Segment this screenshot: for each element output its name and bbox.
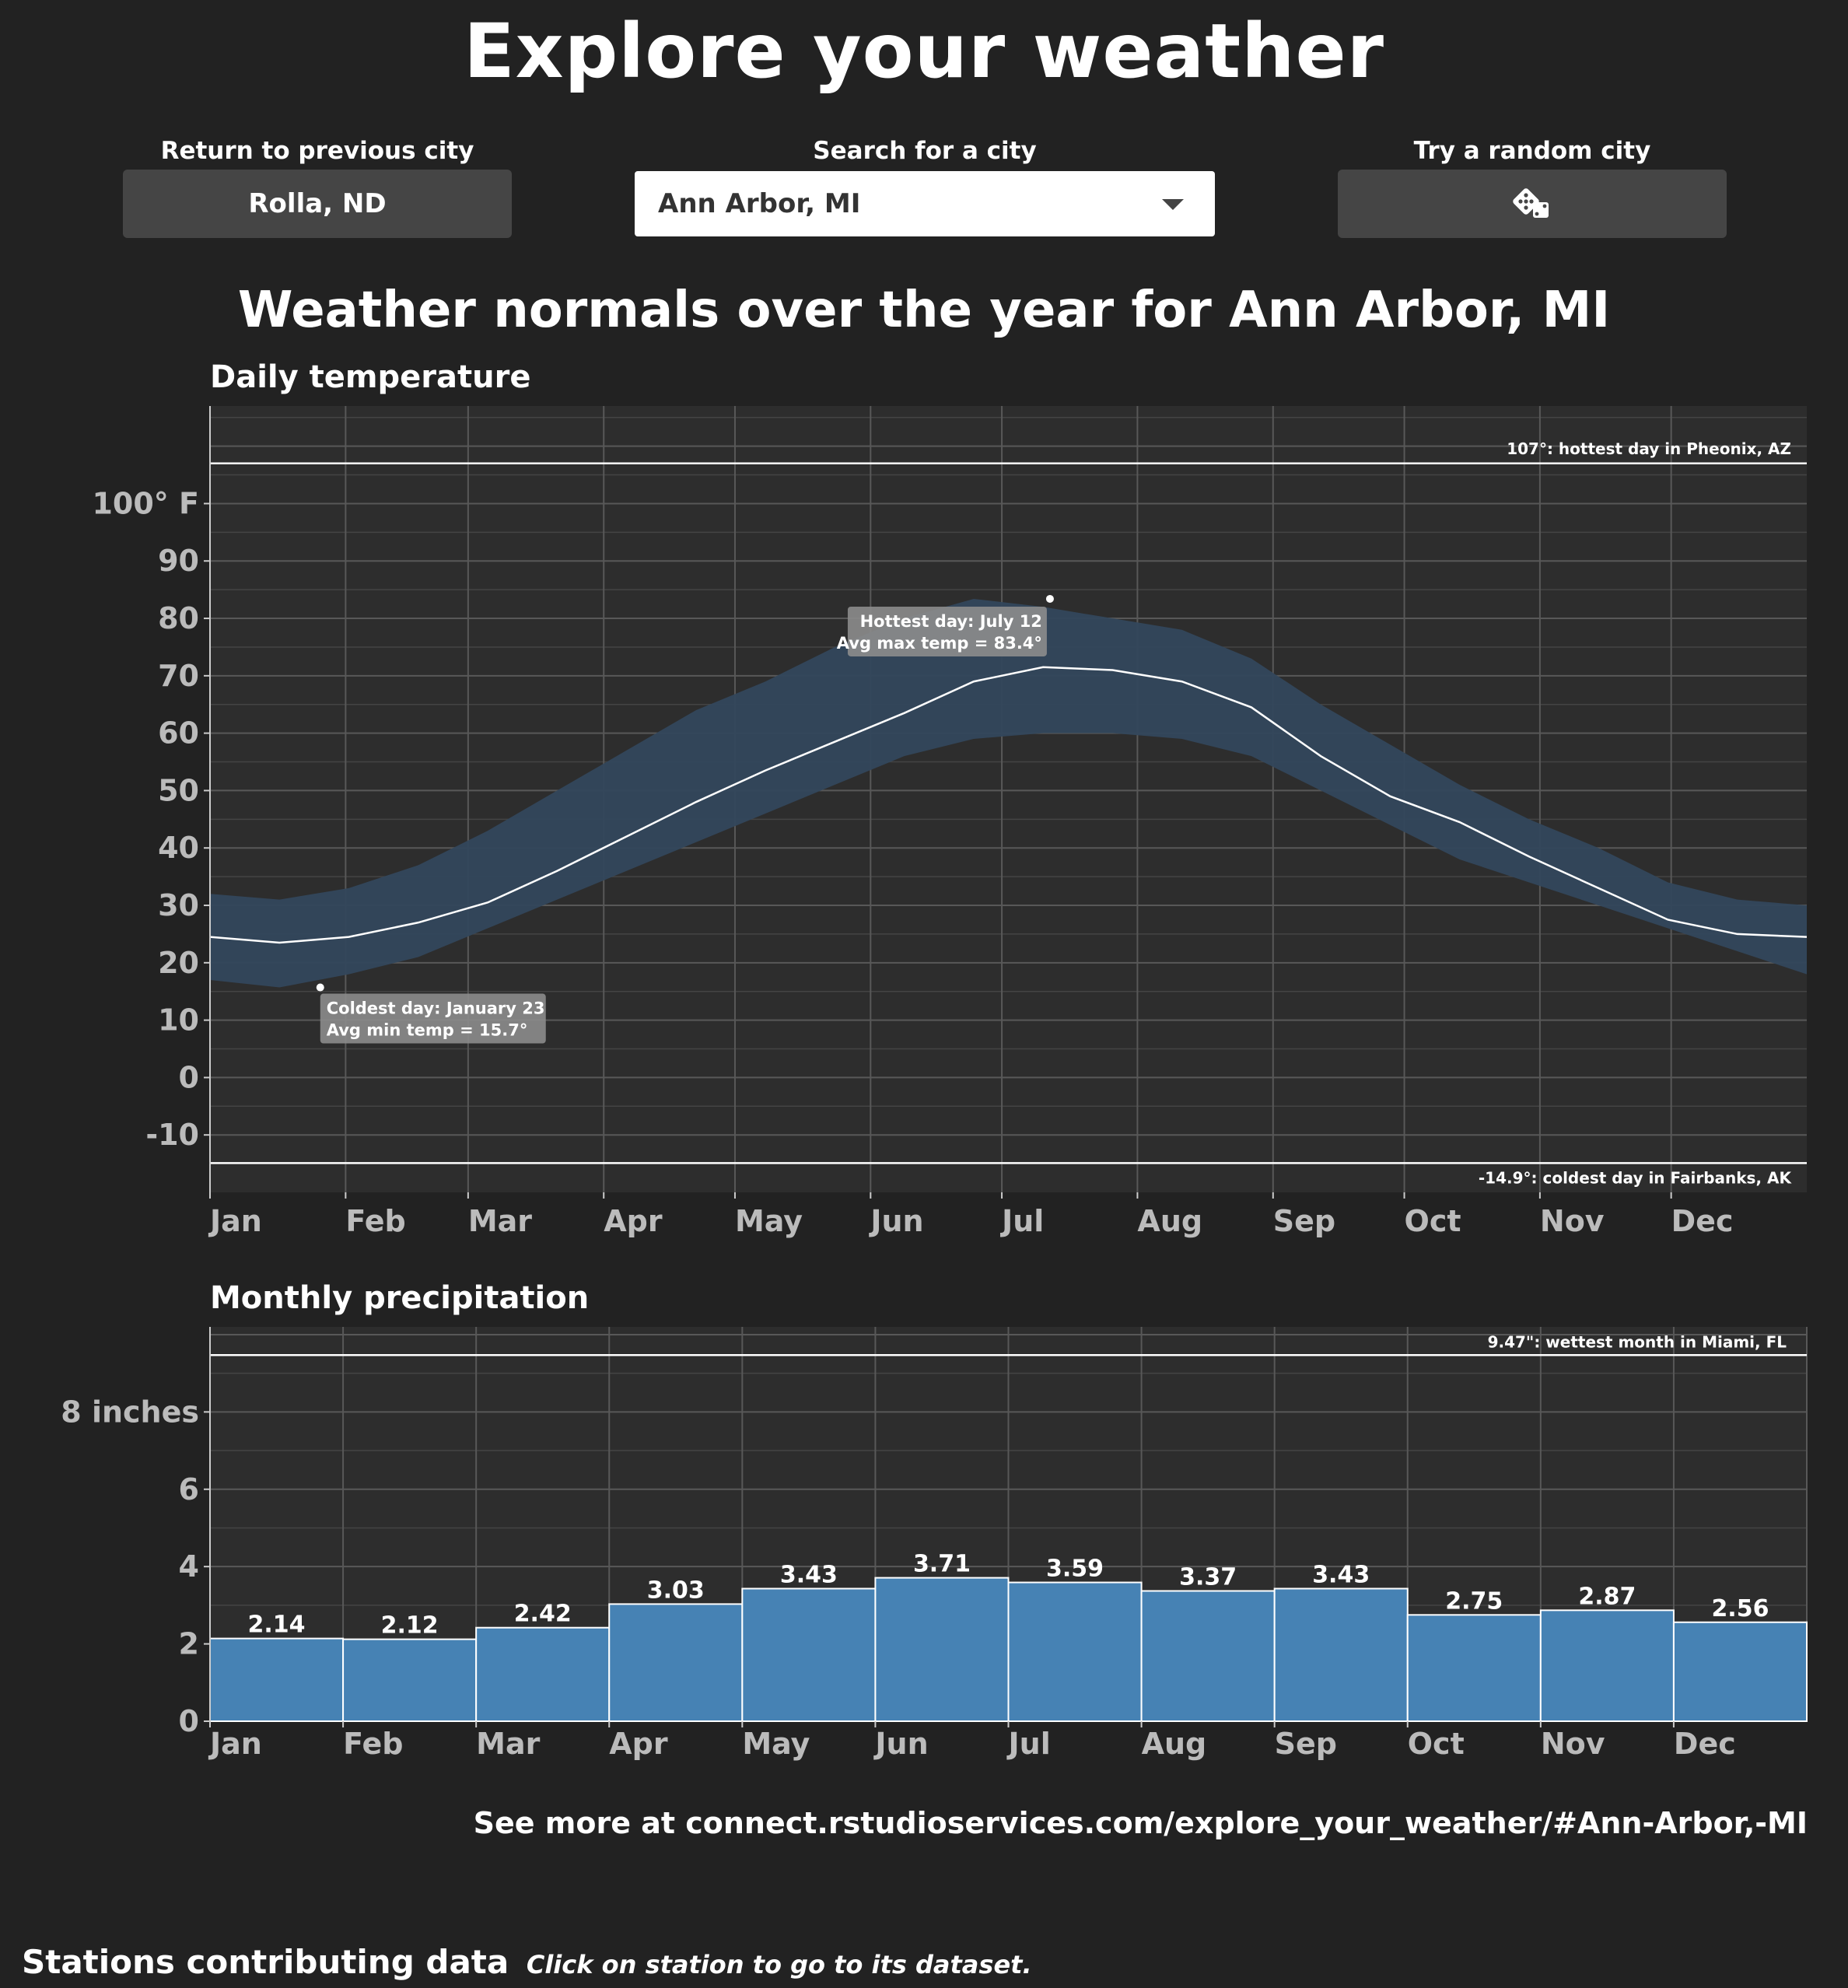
precip-bar-value: 3.03 — [647, 1577, 705, 1604]
temp-y-tick-label: -10 — [145, 1118, 199, 1152]
stations-note: Click on station to go to its dataset. — [526, 1950, 1032, 1979]
precip-y-tick-label: 2 — [179, 1627, 199, 1661]
precip-bar-value: 2.12 — [381, 1612, 439, 1640]
see-more-link[interactable]: See more at connect.rstudioservices.com/… — [474, 1806, 1808, 1840]
temp-y-tick-label: 100° F — [92, 486, 199, 520]
temp-y-tick-label: 90 — [158, 544, 199, 578]
precip-bar — [1140, 1590, 1276, 1722]
precip-x-tick-label: Feb — [343, 1727, 403, 1761]
precip-x-tick-label: Mar — [476, 1727, 540, 1761]
temp-y-tick-label: 0 — [179, 1060, 199, 1094]
temp-plot-panel — [210, 406, 1807, 1192]
temp-y-tick-label: 70 — [158, 659, 199, 693]
precip-x-tick-label: Jan — [208, 1727, 262, 1761]
temp-x-tick-label: Nov — [1540, 1204, 1605, 1238]
temp-y-tick-label: 10 — [158, 1003, 199, 1038]
precip-y-tick-label: 4 — [179, 1549, 199, 1584]
temp-x-tick-label: Sep — [1273, 1204, 1335, 1238]
temp-x-tick-label: Aug — [1137, 1204, 1202, 1238]
precip-bar — [209, 1637, 345, 1723]
precip-x-tick-label: Apr — [609, 1727, 668, 1761]
precip-bar-value: 3.43 — [780, 1562, 838, 1589]
temp-x-tick-label: Jul — [999, 1204, 1044, 1238]
record-low-label: -14.9°: coldest day in Fairbanks, AK — [1479, 1168, 1793, 1187]
temperature-chart: 107°: hottest day in Pheonix, AZ -14.9°: … — [92, 406, 1808, 1238]
hottest-day-value: Avg max temp = 83.4° — [837, 634, 1042, 653]
temp-y-tick-label: 60 — [158, 716, 199, 751]
coldest-day-point — [316, 983, 324, 992]
temp-y-tick-label: 20 — [158, 946, 199, 980]
precip-bar-value: 3.71 — [913, 1551, 971, 1578]
precip-bar-value: 3.43 — [1312, 1562, 1370, 1589]
precip-bar — [1672, 1621, 1808, 1722]
precip-bar-value: 3.59 — [1046, 1556, 1104, 1583]
precip-bar — [1007, 1581, 1143, 1722]
hottest-day-label: Hottest day: July 12 — [860, 612, 1042, 631]
precip-bar-value: 2.14 — [248, 1612, 306, 1639]
temp-x-tick-label: Oct — [1405, 1204, 1461, 1238]
precip-bar — [342, 1638, 478, 1723]
precip-y-tick-label: 0 — [179, 1704, 199, 1738]
precip-x-tick-label: Dec — [1674, 1727, 1736, 1761]
temp-x-tick-label: Jun — [868, 1204, 923, 1238]
temp-y-tick-label: 40 — [158, 831, 199, 865]
stations-heading: Stations contributing data Click on stat… — [22, 1943, 1032, 1981]
coldest-day-value: Avg min temp = 15.7° — [327, 1021, 528, 1040]
precip-bar — [874, 1577, 1010, 1723]
precip-bar — [608, 1603, 744, 1722]
precip-y-tick-label: 6 — [179, 1472, 199, 1507]
temp-x-tick-label: Jan — [208, 1204, 262, 1238]
temp-y-tick-label: 50 — [158, 773, 199, 807]
precip-x-tick-label: Aug — [1142, 1727, 1207, 1761]
precip-x-tick-label: Jul — [1006, 1727, 1051, 1761]
precip-bar — [1273, 1587, 1409, 1722]
record-wet-label: 9.47": wettest month in Miami, FL — [1488, 1332, 1787, 1351]
temp-x-tick-label: Feb — [345, 1204, 405, 1238]
precip-x-tick-label: Jun — [873, 1727, 928, 1761]
record-high-label: 107°: hottest day in Pheonix, AZ — [1507, 439, 1791, 458]
hottest-day-point — [1045, 594, 1054, 603]
precip-bar-value: 3.37 — [1179, 1563, 1237, 1591]
precip-x-tick-label: Nov — [1541, 1727, 1605, 1761]
precip-x-tick-label: May — [742, 1727, 810, 1761]
temp-x-tick-label: May — [735, 1204, 803, 1238]
temp-x-tick-label: Dec — [1671, 1204, 1734, 1238]
precip-y-tick-label: 8 inches — [61, 1395, 199, 1429]
precip-x-tick-label: Oct — [1408, 1727, 1465, 1761]
precip-x-tick-label: Sep — [1275, 1727, 1337, 1761]
precip-bar-value: 2.56 — [1711, 1595, 1769, 1622]
temp-x-tick-label: Mar — [468, 1204, 532, 1238]
precip-bar-value: 2.75 — [1445, 1587, 1503, 1615]
temp-y-tick-label: 30 — [158, 888, 199, 922]
stations-title: Stations contributing data — [22, 1943, 509, 1981]
temp-y-tick-label: 80 — [158, 601, 199, 635]
precip-bar-value: 2.42 — [514, 1601, 572, 1628]
temp-x-tick-label: Apr — [604, 1204, 663, 1238]
precipitation-chart: 9.47": wettest month in Miami, FL 2.14 2.1… — [61, 1327, 1808, 1761]
precip-bar-value: 2.87 — [1578, 1583, 1636, 1610]
precip-bar — [475, 1626, 611, 1722]
coldest-day-label: Coldest day: January 23 — [327, 999, 545, 1018]
precip-bar — [741, 1587, 877, 1722]
precip-bar — [1539, 1609, 1675, 1722]
precip-bar — [1406, 1614, 1542, 1723]
